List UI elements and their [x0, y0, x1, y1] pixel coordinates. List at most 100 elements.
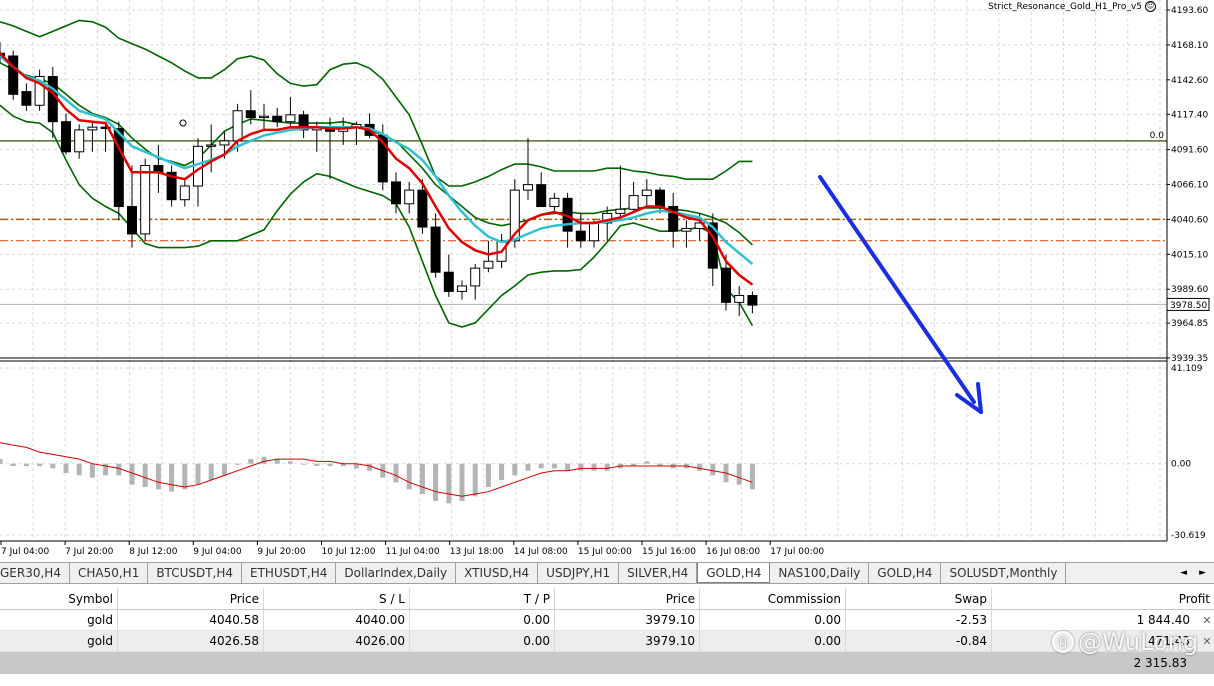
oscillator-panel: [0, 442, 755, 504]
histogram-bar: [604, 463, 610, 471]
table-row[interactable]: gold 4040.58 4040.00 0.00 3979.10 0.00 -…: [0, 610, 1214, 631]
time-tick-label: 14 Jul 08:00: [514, 547, 568, 557]
close-position-icon[interactable]: ✕: [1200, 610, 1214, 630]
candle-body: [285, 114, 296, 123]
column-header-commission[interactable]: Commission: [700, 588, 846, 609]
candle-body: [628, 195, 639, 210]
cell-swap: -2.53: [846, 610, 992, 630]
candle-body: [417, 189, 428, 228]
cell-profit: 1 844.40 ✕: [992, 610, 1214, 630]
candle-body: [87, 126, 98, 131]
candle-body: [549, 197, 560, 208]
histogram-bar: [538, 463, 544, 469]
candle-body: [140, 164, 151, 235]
histogram-bar: [208, 463, 214, 481]
column-header-take-profit[interactable]: T / P: [410, 588, 555, 609]
histogram-bar: [129, 463, 135, 485]
tab-gold-h4[interactable]: GOLD,H4: [869, 563, 942, 583]
candle-body: [232, 110, 243, 142]
close-position-icon[interactable]: ✕: [1200, 631, 1214, 651]
column-header-profit[interactable]: Profit: [992, 588, 1214, 609]
profit-value: 1 844.40: [1136, 613, 1190, 627]
price-tick-label: 3939.35: [1171, 354, 1208, 364]
expert-advisor-label[interactable]: Strict_Resonance_Gold_H1_Pro_v5 ☺: [988, 0, 1156, 13]
price-chart[interactable]: 0.0 4193.604168.104142.604117.404091.604…: [0, 0, 1214, 560]
candle: [87, 121, 98, 152]
candle: [668, 192, 679, 248]
column-header-open-price[interactable]: Price: [118, 588, 264, 609]
tab-gold-h4[interactable]: GOLD,H4: [697, 563, 771, 583]
candle-body: [206, 144, 217, 147]
column-header-swap[interactable]: Swap: [846, 588, 992, 609]
candle: [628, 181, 639, 214]
histogram-bar: [63, 463, 69, 474]
tab-ger30-h4[interactable]: GER30,H4: [0, 563, 70, 583]
tab-ethusdt-h4[interactable]: ETHUSDT,H4: [242, 563, 337, 583]
price-tag-text: 3978.50: [1170, 301, 1207, 311]
total-profit: 2 315.83: [1133, 656, 1187, 670]
cell-commission: 0.00: [700, 610, 846, 630]
candle: [483, 240, 494, 273]
column-header-current-price[interactable]: Price: [555, 588, 700, 609]
candle: [74, 124, 85, 159]
column-header-symbol[interactable]: Symbol: [0, 588, 118, 609]
trend-arrow[interactable]: [818, 175, 983, 414]
price-tick-label: 4066.10: [1171, 181, 1208, 191]
histogram-bar: [314, 463, 320, 467]
histogram-bar: [512, 463, 518, 476]
candle: [681, 220, 692, 248]
tab-nas100-daily[interactable]: NAS100,Daily: [770, 563, 870, 583]
expert-advisor-name: Strict_Resonance_Gold_H1_Pro_v5: [988, 1, 1142, 12]
scroll-right-icon[interactable]: ►: [1199, 568, 1206, 578]
candle: [641, 179, 652, 207]
scroll-left-icon[interactable]: ◄: [1180, 568, 1187, 578]
tab-xtiusd-h4[interactable]: XTIUSD,H4: [456, 563, 539, 583]
candle: [615, 165, 626, 221]
tab-solusdt-monthly[interactable]: SOLUSDT,Monthly: [941, 563, 1067, 583]
total-profit-row: 2 315.83: [0, 652, 1214, 674]
cell-symbol: gold: [0, 610, 118, 630]
smiley-icon[interactable]: ☺: [1145, 1, 1156, 12]
candle-body: [8, 55, 19, 95]
table-row[interactable]: gold 4026.58 4026.00 0.00 3979.10 0.00 -…: [0, 631, 1214, 652]
tab-usdjpy-h1[interactable]: USDJPY,H1: [538, 563, 620, 583]
cell-swap: -0.84: [846, 631, 992, 651]
candle-body: [523, 184, 533, 191]
candle: [272, 108, 283, 128]
histogram-bar: [327, 463, 333, 467]
histogram-bar: [419, 463, 425, 494]
histogram-bar: [406, 463, 412, 490]
price-tick-label: 3989.60: [1171, 285, 1208, 295]
tab-silver-h4[interactable]: SILVER,H4: [619, 563, 698, 583]
cell-open-price: 4026.58: [118, 631, 264, 651]
price-tick-label: 4091.60: [1171, 146, 1208, 156]
candle-body: [443, 271, 454, 292]
cell-take-profit: 0.00: [410, 610, 555, 630]
candle: [391, 172, 401, 214]
ema-slow-line: [0, 55, 754, 265]
price-tick-label: 3964.85: [1171, 319, 1208, 329]
histogram-bar: [10, 463, 16, 467]
candle: [536, 172, 547, 208]
histogram-bar: [551, 463, 557, 469]
tab-dollarindex-daily[interactable]: DollarIndex,Daily: [336, 563, 457, 583]
histogram-bar: [736, 463, 742, 485]
column-header-stop-loss[interactable]: S / L: [264, 588, 410, 609]
histogram-bar: [472, 463, 478, 497]
oscillator-tick-label: 0.00: [1171, 460, 1191, 470]
watermark: ŋ @WuLong: [1052, 628, 1198, 656]
histogram-bar: [459, 463, 465, 501]
tab-btcusdt-h4[interactable]: BTCUSDT,H4: [148, 563, 243, 583]
price-tick-label: 4193.60: [1171, 6, 1208, 16]
table-header: Symbol Price S / L T / P Price Commissio…: [0, 588, 1214, 610]
candle-body: [21, 91, 32, 106]
candle: [734, 285, 745, 317]
candle: [298, 110, 309, 139]
histogram-bar: [499, 463, 505, 481]
candle-body: [391, 181, 401, 205]
histogram-bar: [23, 463, 29, 467]
candle: [61, 113, 71, 155]
histogram-bar: [367, 463, 373, 471]
time-tick-label: 11 Jul 04:00: [386, 547, 440, 557]
tab-cha50-h1[interactable]: CHA50,H1: [70, 563, 149, 583]
